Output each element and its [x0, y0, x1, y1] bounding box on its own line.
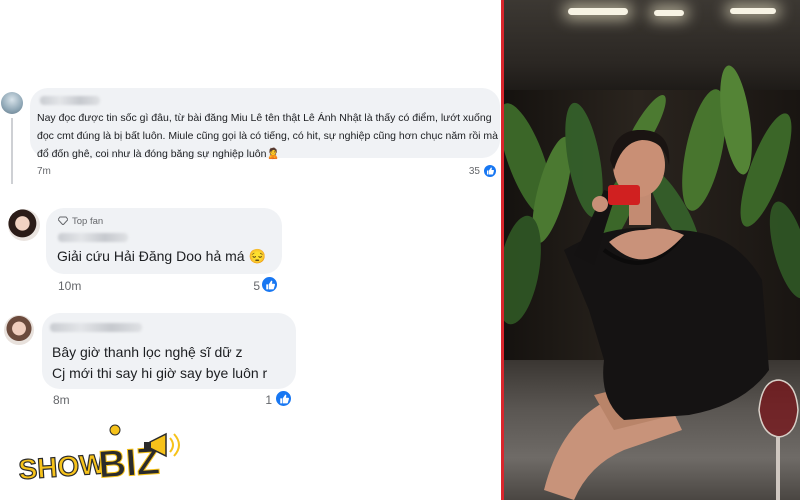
showbiz-logo: SHOW BIZ — [17, 424, 180, 487]
comment-line: Cj mới thi say hi giờ say bye luôn r — [52, 365, 268, 381]
reaction-count[interactable]: 35 — [462, 166, 480, 177]
comment-timestamp[interactable]: 7m — [37, 166, 51, 177]
logo-text-show: SHOW — [18, 448, 108, 485]
diamond-icon — [58, 216, 68, 225]
thread-line — [11, 118, 13, 184]
commenter-name-blurred — [58, 233, 128, 242]
comment-line: Bây giờ thanh lọc nghệ sĩ dữ z — [52, 344, 243, 360]
commenter-name-blurred — [40, 96, 100, 105]
commenter-avatar[interactable] — [8, 209, 40, 241]
comment-thread-panel: Nay đọc được tin sốc gì đâu, từ bài đăng… — [0, 0, 502, 500]
reaction-count[interactable]: 5 — [242, 279, 260, 293]
like-icon[interactable] — [274, 389, 293, 408]
ceiling-light — [654, 10, 684, 16]
comment-timestamp[interactable]: 10m — [58, 279, 81, 293]
comment-text: Giải cứu Hải Đăng Doo hả má 😔 — [57, 248, 266, 264]
comment-text: Bây giờ thanh lọc nghệ sĩ dữ z Cj mới th… — [52, 342, 267, 384]
like-icon[interactable] — [260, 275, 279, 294]
commenter-avatar[interactable] — [4, 315, 34, 345]
photo-panel — [504, 0, 800, 500]
comment-timestamp[interactable]: 8m — [53, 393, 70, 407]
commenter-name-blurred — [50, 323, 142, 332]
commenter-avatar[interactable] — [1, 92, 23, 114]
ceiling-light — [730, 8, 776, 14]
reaction-count[interactable]: 1 — [254, 393, 272, 407]
like-icon[interactable] — [482, 163, 498, 179]
seated-person — [544, 130, 799, 500]
comment-text: Nay đọc được tin sốc gì đâu, từ bài đăng… — [37, 112, 499, 160]
top-fan-badge: Top fan — [72, 216, 104, 227]
ceiling-light — [568, 8, 628, 15]
